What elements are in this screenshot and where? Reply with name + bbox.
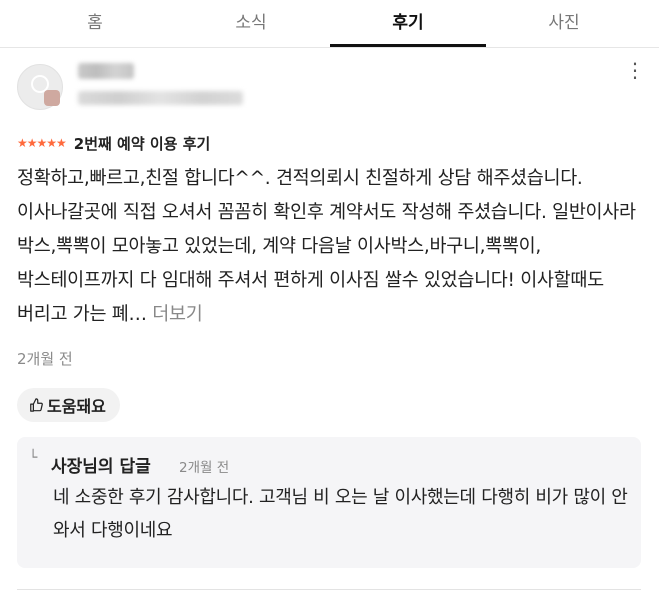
reply-title: 사장님의 답글 [51,457,151,477]
rating-row: ★★★★★ 2번째 예약 이용 후기 [17,133,210,153]
tab-reviews[interactable]: 후기 [330,0,486,47]
more-options-icon[interactable]: ⋮ [625,60,645,83]
visit-note: 2번째 예약 이용 후기 [73,134,211,153]
divider [17,589,641,590]
reviewer-name-redacted [78,63,134,79]
reply-arrow-icon: └ [29,450,38,466]
star-rating-icon: ★★★★★ [17,136,67,150]
review-card: ⋮ ★★★★★ 2번째 예약 이용 후기 정확하고,빠르고,친절 합니다^^. … [0,47,659,592]
tab-home[interactable]: 홈 [17,0,173,47]
tab-bar: 홈 소식 후기 사진 [0,0,659,48]
tab-photos[interactable]: 사진 [486,0,642,47]
reviewer-stats-redacted [78,91,243,105]
reply-text: 네 소중한 후기 감사합니다. 고객님 비 오는 날 이사했는데 다행히 비가 … [53,487,628,541]
review-date: 2개월 전 [17,350,73,368]
read-more-link[interactable]: 더보기 [152,304,202,325]
helpful-button[interactable]: 도움돼요 [17,388,120,422]
tab-news[interactable]: 소식 [173,0,329,47]
review-body: 정확하고,빠르고,친절 합니다^^. 견적의뢰시 친절하게 상담 해주셨습니다.… [17,168,636,325]
reply-date: 2개월 전 [179,460,230,476]
helpful-label: 도움돼요 [47,397,106,416]
owner-reply: └ 사장님의 답글 2개월 전 네 소중한 후기 감사합니다. 고객님 비 오는… [17,437,641,568]
review-text: 정확하고,빠르고,친절 합니다^^. 견적의뢰시 친절하게 상담 해주셨습니다.… [17,162,645,332]
thumbs-up-icon [30,398,43,412]
reviewer-badge-icon [44,90,60,106]
